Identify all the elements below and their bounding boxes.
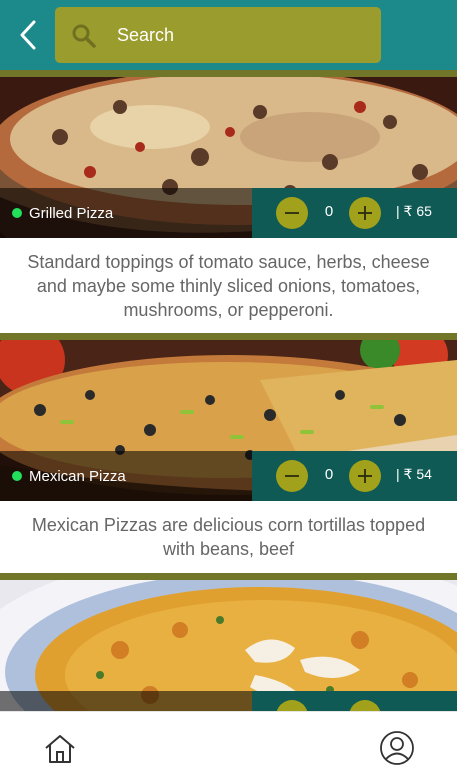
increase-quantity-button[interactable] bbox=[349, 460, 381, 492]
chevron-left-icon bbox=[20, 20, 36, 50]
item-name-bar: Grilled Pizza bbox=[0, 188, 252, 238]
menu-item-card: Mexican Pizza 0 | ₹ 54 Mexican Pizzas ar… bbox=[0, 340, 457, 573]
item-price: | ₹ 65 bbox=[396, 203, 432, 219]
item-name-bar: Mexican Pizza bbox=[0, 451, 252, 501]
quantity-bar: 0 | ₹ 54 bbox=[252, 451, 457, 501]
profile-nav-button[interactable] bbox=[379, 730, 415, 766]
menu-item-card bbox=[0, 580, 457, 711]
search-icon bbox=[72, 24, 96, 48]
veg-indicator bbox=[12, 208, 22, 218]
item-name-bar bbox=[0, 691, 252, 711]
item-name: Mexican Pizza bbox=[29, 467, 126, 485]
item-description: Mexican Pizzas are delicious corn tortil… bbox=[0, 501, 457, 573]
search-input[interactable]: Search bbox=[55, 7, 381, 63]
card-divider bbox=[0, 573, 457, 580]
quantity-bar: 0 | ₹ 65 bbox=[252, 188, 457, 238]
decrease-quantity-button[interactable] bbox=[276, 197, 308, 229]
item-price: | ₹ 54 bbox=[396, 466, 432, 482]
quantity-value: 0 bbox=[324, 203, 334, 220]
increase-quantity-button[interactable] bbox=[349, 197, 381, 229]
item-description: Standard toppings of tomato sauce, herbs… bbox=[0, 238, 457, 333]
minus-icon bbox=[285, 212, 299, 214]
plus-icon bbox=[358, 469, 372, 483]
app-header: Search bbox=[0, 0, 457, 70]
search-placeholder: Search bbox=[117, 25, 175, 45]
user-profile-icon bbox=[380, 731, 414, 765]
menu-item-card: Grilled Pizza 0 | ₹ 65 Standard toppings… bbox=[0, 77, 457, 333]
header-divider bbox=[0, 70, 457, 77]
item-name: Grilled Pizza bbox=[29, 204, 114, 222]
home-icon bbox=[45, 735, 75, 763]
home-nav-button[interactable] bbox=[43, 733, 77, 765]
veg-indicator bbox=[12, 471, 22, 481]
plus-icon bbox=[358, 206, 372, 220]
quantity-bar bbox=[252, 691, 457, 711]
decrease-quantity-button[interactable] bbox=[276, 700, 308, 711]
minus-icon bbox=[285, 475, 299, 477]
bottom-navigation bbox=[0, 711, 457, 782]
back-button[interactable] bbox=[14, 18, 42, 52]
card-divider bbox=[0, 333, 457, 340]
decrease-quantity-button[interactable] bbox=[276, 460, 308, 492]
quantity-value: 0 bbox=[324, 466, 334, 483]
increase-quantity-button[interactable] bbox=[349, 700, 381, 711]
